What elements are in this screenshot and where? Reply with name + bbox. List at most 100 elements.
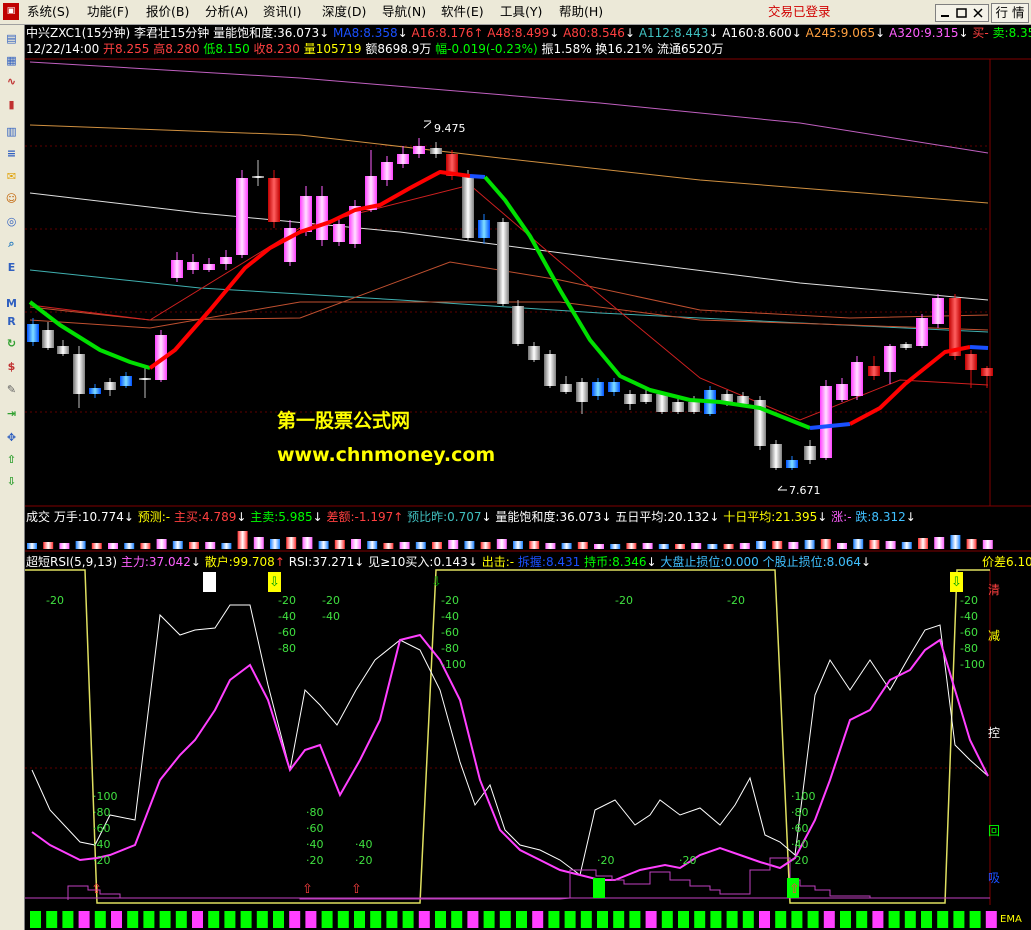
strip-block (337, 911, 349, 928)
chart-line-icon[interactable]: ∿ (3, 73, 20, 90)
rsi-buy-label: ·80 (93, 806, 111, 819)
grid-icon[interactable]: ▥ (3, 123, 20, 140)
menu-item-4[interactable]: 资讯(I) (263, 0, 301, 24)
candle (478, 214, 490, 244)
macd-icon[interactable]: M (3, 295, 20, 312)
candle (981, 366, 993, 388)
strip-block (94, 911, 106, 928)
candle (965, 350, 977, 388)
header-segment: ↓ (481, 510, 496, 524)
candle (851, 356, 863, 400)
header-segment: ↓ (123, 510, 138, 524)
volume-bar (545, 543, 556, 549)
candle (413, 138, 425, 158)
header-segment: 量能饱和度:36.073 (213, 26, 320, 40)
menu-item-6[interactable]: 导航(N) (382, 0, 426, 24)
strip-block (305, 911, 317, 928)
strip-block (127, 911, 139, 928)
search-icon[interactable]: ⌕ (3, 235, 20, 252)
trend-line-red-2 (849, 345, 971, 426)
move-icon[interactable]: ✥ (3, 429, 20, 446)
candle (688, 396, 700, 414)
login-status[interactable]: 交易已登录 (768, 0, 831, 24)
wrench-icon[interactable]: ✎ (3, 381, 20, 398)
users-icon[interactable]: ☺ (3, 190, 20, 207)
svg-text:⇩: ⇩ (431, 575, 442, 590)
candle (737, 392, 749, 406)
volume-bar (626, 543, 637, 549)
ma-line-112 (29, 269, 989, 333)
fund-icon[interactable]: ◎ (3, 213, 20, 230)
mail-icon[interactable]: ✉ (3, 168, 20, 185)
sell-arrow-icon: ⇩ (950, 572, 963, 592)
rsi-side-label: 回 (988, 824, 1000, 838)
exit-icon[interactable]: ⇥ (3, 405, 20, 422)
candle (316, 186, 328, 246)
buy-arrow-icon: ⇧ (302, 882, 313, 897)
candle (640, 390, 652, 404)
menu-item-5[interactable]: 深度(D) (322, 0, 366, 24)
volume-bar (253, 537, 264, 549)
rsi-icon[interactable]: R (3, 313, 20, 330)
menu-item-9[interactable]: 帮助(H) (559, 0, 603, 24)
candle (430, 142, 442, 158)
arrow-down-icon[interactable]: ⇩ (3, 473, 20, 490)
dollar-icon[interactable]: $ (3, 358, 20, 375)
volume-bar (318, 541, 329, 549)
trend-line-green-2 (483, 175, 811, 430)
candle-icon[interactable]: ▮ (3, 96, 20, 113)
rsi-buy-label: ·20 (791, 854, 809, 867)
high-price-label: 9.475 (434, 122, 466, 135)
refresh-icon[interactable]: ↻ (3, 335, 20, 352)
rsi-side-label: 控 (988, 726, 1000, 740)
menu-item-7[interactable]: 软件(E) (441, 0, 484, 24)
window-controls[interactable] (935, 4, 989, 22)
trend-line-blue-3 (969, 345, 989, 350)
list-icon[interactable]: ▦ (3, 52, 20, 69)
header-segment: ↓ (958, 26, 969, 40)
volume-bar (221, 543, 232, 549)
strip-block (402, 911, 414, 928)
volume-bar (108, 543, 118, 549)
watermark-title: 第一股票公式网 (277, 410, 411, 432)
header-segment: 散户:99.708 (204, 555, 275, 569)
volume-bar (934, 537, 945, 549)
candle (932, 294, 944, 328)
volume-bar (950, 535, 961, 549)
strip-block (904, 911, 916, 928)
volume-bar (788, 542, 799, 549)
menu-item-0[interactable]: 系统(S) (27, 0, 70, 24)
news-icon[interactable]: ≡ (3, 145, 20, 162)
rsi-buy-label: ·40 (306, 838, 324, 851)
quote-button[interactable]: 行 情 (991, 3, 1029, 23)
doc-icon[interactable]: ▤ (3, 30, 20, 47)
strip-block (208, 911, 220, 928)
header-segment: 中兴ZXC1(15分钟) (26, 26, 131, 40)
signal-block-white (203, 572, 216, 592)
menu-item-2[interactable]: 报价(B) (146, 0, 189, 24)
strip-block (111, 911, 122, 928)
stock-chart[interactable]: ⇩ ⇩ ⇩ ⇧ ⇧ ⇧ ⇧ -20 -20 -40 -60 -80 -20 -40 -20 -40 -60 -80… (0, 0, 1031, 930)
strip-block (354, 911, 365, 928)
etf-icon[interactable]: E (3, 259, 20, 276)
volume-bar (756, 541, 766, 549)
header-segment: 振1.58% (541, 42, 596, 56)
arrow-up-icon[interactable]: ⇧ (3, 451, 20, 468)
candle (236, 170, 248, 258)
menu-item-1[interactable]: 功能(F) (87, 0, 129, 24)
volume-bar (772, 541, 783, 549)
volume-bar (464, 541, 475, 549)
volume-bar (691, 543, 702, 549)
header-segment: 量105719 (303, 42, 366, 56)
rsi-level-label: -100 (960, 658, 985, 671)
menu-item-3[interactable]: 分析(A) (205, 0, 248, 24)
volume-bar (334, 540, 345, 549)
candle (365, 150, 377, 212)
strip-block (451, 911, 463, 928)
menu-item-8[interactable]: 工具(Y) (500, 0, 542, 24)
header-segment: 预比昨:0.707 (407, 510, 482, 524)
header-segment: ↓ (397, 26, 408, 40)
strip-block (370, 911, 382, 928)
header-segment: 拆握:8.431 (517, 555, 585, 569)
strip-block (726, 911, 738, 928)
